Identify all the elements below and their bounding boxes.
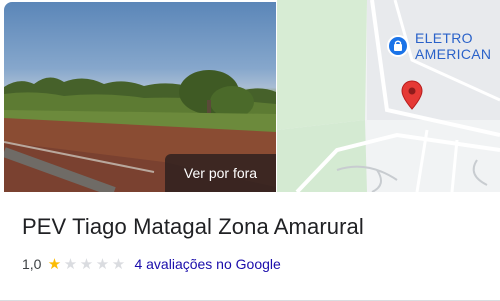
star-icon: ★ bbox=[63, 255, 78, 273]
place-title: PEV Tiago Matagal Zona Amarural bbox=[22, 214, 364, 239]
map-roads bbox=[277, 0, 500, 192]
rating-value: 1,0 bbox=[22, 256, 42, 272]
star-icon: ★ bbox=[95, 255, 110, 273]
place-card: Ver por fora ELETRO AMERICAN PEV Tiago M… bbox=[0, 0, 500, 301]
media-strip: Ver por fora ELETRO AMERICAN bbox=[0, 0, 500, 192]
star-icon: ★ bbox=[47, 255, 62, 273]
poi-label-line2: AMERICAN bbox=[415, 46, 492, 62]
shopping-bag-icon[interactable] bbox=[387, 35, 409, 57]
star-rating: ★ ★ ★ ★ ★ bbox=[46, 257, 126, 272]
reviews-link[interactable]: 4 avaliações no Google bbox=[134, 256, 280, 272]
view-outside-button[interactable]: Ver por fora bbox=[165, 154, 276, 192]
rating-row: 1,0 ★ ★ ★ ★ ★ 4 avaliações no Google bbox=[22, 256, 281, 272]
map-thumbnail[interactable]: ELETRO AMERICAN bbox=[277, 0, 500, 192]
star-icon: ★ bbox=[111, 255, 126, 273]
street-view-photo[interactable]: Ver por fora bbox=[4, 2, 276, 192]
poi-label-line1: ELETRO bbox=[415, 30, 473, 46]
star-icon: ★ bbox=[79, 255, 94, 273]
poi-label[interactable]: ELETRO AMERICAN bbox=[415, 30, 491, 62]
